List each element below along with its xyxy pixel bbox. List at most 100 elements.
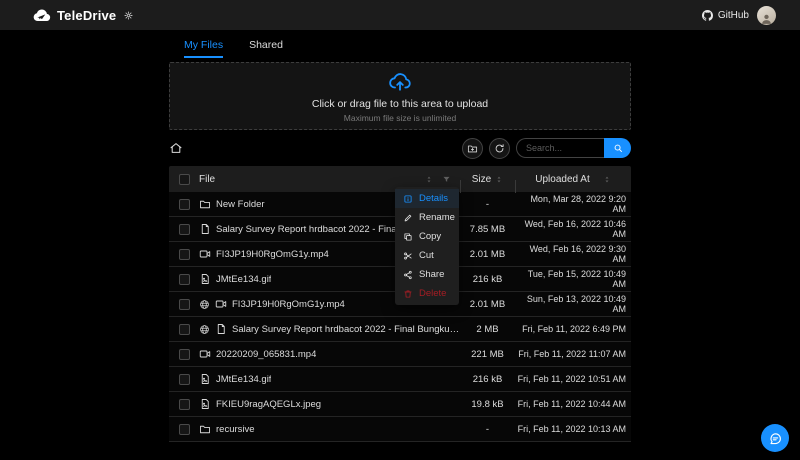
context-menu-share[interactable]: Share (395, 265, 459, 284)
brand[interactable]: TeleDrive (32, 6, 133, 25)
context-menu-cut-label: Cut (419, 250, 434, 261)
table-row[interactable]: JMtEe134.gif 216 kB Fri, Feb 11, 2022 10… (169, 367, 631, 392)
table-row[interactable]: recursive - Fri, Feb 11, 2022 10:13 AM (169, 417, 631, 442)
sort-icon[interactable] (495, 174, 503, 185)
row-checkbox[interactable] (178, 423, 190, 435)
row-checkbox[interactable] (178, 248, 190, 260)
github-link[interactable]: GitHub (702, 9, 749, 21)
row-checkbox[interactable] (178, 323, 190, 335)
video-icon (199, 348, 211, 360)
globe-shared-icon (199, 324, 210, 335)
file-name[interactable]: recursive (216, 424, 255, 435)
table-row[interactable]: Salary Survey Report hrdbacot 2022 - Fin… (169, 317, 631, 342)
context-menu: Details Rename Copy Cut Share Delete (395, 187, 459, 305)
sort-icon[interactable] (603, 174, 611, 185)
file-uploaded-at: Mon, Mar 28, 2022 9:20 AM (530, 194, 626, 214)
row-checkbox[interactable] (178, 348, 190, 360)
file-uploaded-at: Fri, Feb 11, 2022 10:51 AM (517, 374, 626, 384)
file-uploaded-at: Wed, Feb 16, 2022 9:30 AM (529, 244, 626, 264)
edit-icon (403, 213, 413, 223)
new-folder-button[interactable] (462, 137, 483, 159)
image-icon (199, 398, 211, 410)
search-icon (613, 143, 623, 153)
video-icon (215, 298, 227, 310)
row-checkbox[interactable] (178, 298, 190, 310)
file-name[interactable]: JMtEe134.gif (216, 374, 271, 385)
row-checkbox[interactable] (178, 398, 190, 410)
row-checkbox[interactable] (178, 198, 190, 210)
column-file: File (199, 173, 216, 185)
file-name[interactable]: FKIEU9ragAQEGLx.jpeg (216, 399, 321, 410)
chat-icon (768, 431, 783, 446)
upload-dropzone[interactable]: Click or drag file to this area to uploa… (169, 62, 631, 130)
file-size: - (485, 198, 490, 210)
file-size: - (485, 423, 490, 435)
copy-icon (403, 232, 413, 242)
toolbar (169, 137, 631, 159)
file-name[interactable]: FI3JP19H0RgOmG1y.mp4 (216, 249, 329, 260)
file-size: 221 MB (471, 348, 504, 360)
column-size: Size (471, 173, 492, 185)
tab-shared[interactable]: Shared (249, 39, 283, 58)
file-name[interactable]: 20220209_065831.mp4 (216, 349, 316, 360)
table-row[interactable]: FKIEU9ragAQEGLx.jpeg 19.8 kB Fri, Feb 11… (169, 392, 631, 417)
column-uploaded-at: Uploaded At (535, 173, 590, 185)
github-icon (702, 10, 713, 21)
context-menu-details[interactable]: Details (395, 189, 459, 208)
file-uploaded-at: Fri, Feb 11, 2022 10:13 AM (517, 424, 626, 434)
context-menu-rename[interactable]: Rename (395, 208, 459, 227)
file-name[interactable]: Salary Survey Report hrdbacot 2022 - Fin… (232, 324, 460, 335)
toolbar-right (462, 137, 631, 159)
globe-shared-icon (199, 299, 210, 310)
row-checkbox[interactable] (178, 223, 190, 235)
context-menu-delete[interactable]: Delete (395, 284, 459, 303)
document-icon (199, 223, 211, 235)
user-icon (760, 12, 773, 25)
avatar[interactable] (757, 5, 776, 25)
navbar-right: GitHub (702, 5, 776, 25)
gear-icon[interactable] (124, 11, 133, 20)
context-menu-delete-label: Delete (419, 288, 447, 299)
sync-icon (494, 143, 505, 154)
row-checkbox[interactable] (178, 273, 190, 285)
file-name[interactable]: New Folder (216, 199, 265, 210)
folder-add-icon (467, 143, 478, 154)
sort-icon[interactable] (425, 174, 433, 185)
document-icon (215, 323, 227, 335)
context-menu-details-label: Details (419, 193, 449, 204)
filter-icon[interactable] (442, 175, 451, 184)
context-menu-copy-label: Copy (419, 231, 442, 242)
file-name[interactable]: FI3JP19H0RgOmG1y.mp4 (232, 299, 345, 310)
table-row[interactable]: 20220209_065831.mp4 221 MB Fri, Feb 11, … (169, 342, 631, 367)
folder-icon (199, 198, 211, 210)
file-size: 2.01 MB (469, 298, 506, 310)
share-icon (403, 270, 413, 280)
file-size: 2.01 MB (469, 248, 506, 260)
file-uploaded-at: Fri, Feb 11, 2022 6:49 PM (522, 324, 626, 334)
video-icon (199, 248, 211, 260)
home-icon[interactable] (169, 141, 183, 155)
file-size: 216 kB (472, 373, 503, 385)
context-menu-rename-label: Rename (419, 212, 455, 223)
refresh-button[interactable] (489, 137, 510, 159)
tab-my-files[interactable]: My Files (184, 39, 224, 58)
file-size: 19.8 kB (471, 398, 504, 410)
row-checkbox[interactable] (178, 373, 190, 385)
context-menu-cut[interactable]: Cut (395, 246, 459, 265)
file-uploaded-at: Fri, Feb 11, 2022 11:07 AM (518, 349, 626, 359)
image-icon (199, 273, 211, 285)
context-menu-copy[interactable]: Copy (395, 227, 459, 246)
search-bar (516, 138, 631, 158)
context-menu-share-label: Share (419, 269, 445, 280)
tab-bar: My Files Shared (169, 30, 631, 58)
search-input[interactable] (516, 138, 604, 158)
file-name[interactable]: JMtEe134.gif (216, 274, 271, 285)
chat-button[interactable] (761, 424, 789, 452)
trash-icon (403, 289, 413, 299)
search-button[interactable] (604, 138, 631, 158)
file-uploaded-at: Fri, Feb 11, 2022 10:44 AM (517, 399, 626, 409)
select-all-checkbox[interactable] (178, 173, 190, 185)
github-label: GitHub (717, 9, 749, 21)
cloud-upload-icon (388, 69, 412, 93)
upload-subtitle: Maximum file size is unlimited (343, 113, 457, 123)
